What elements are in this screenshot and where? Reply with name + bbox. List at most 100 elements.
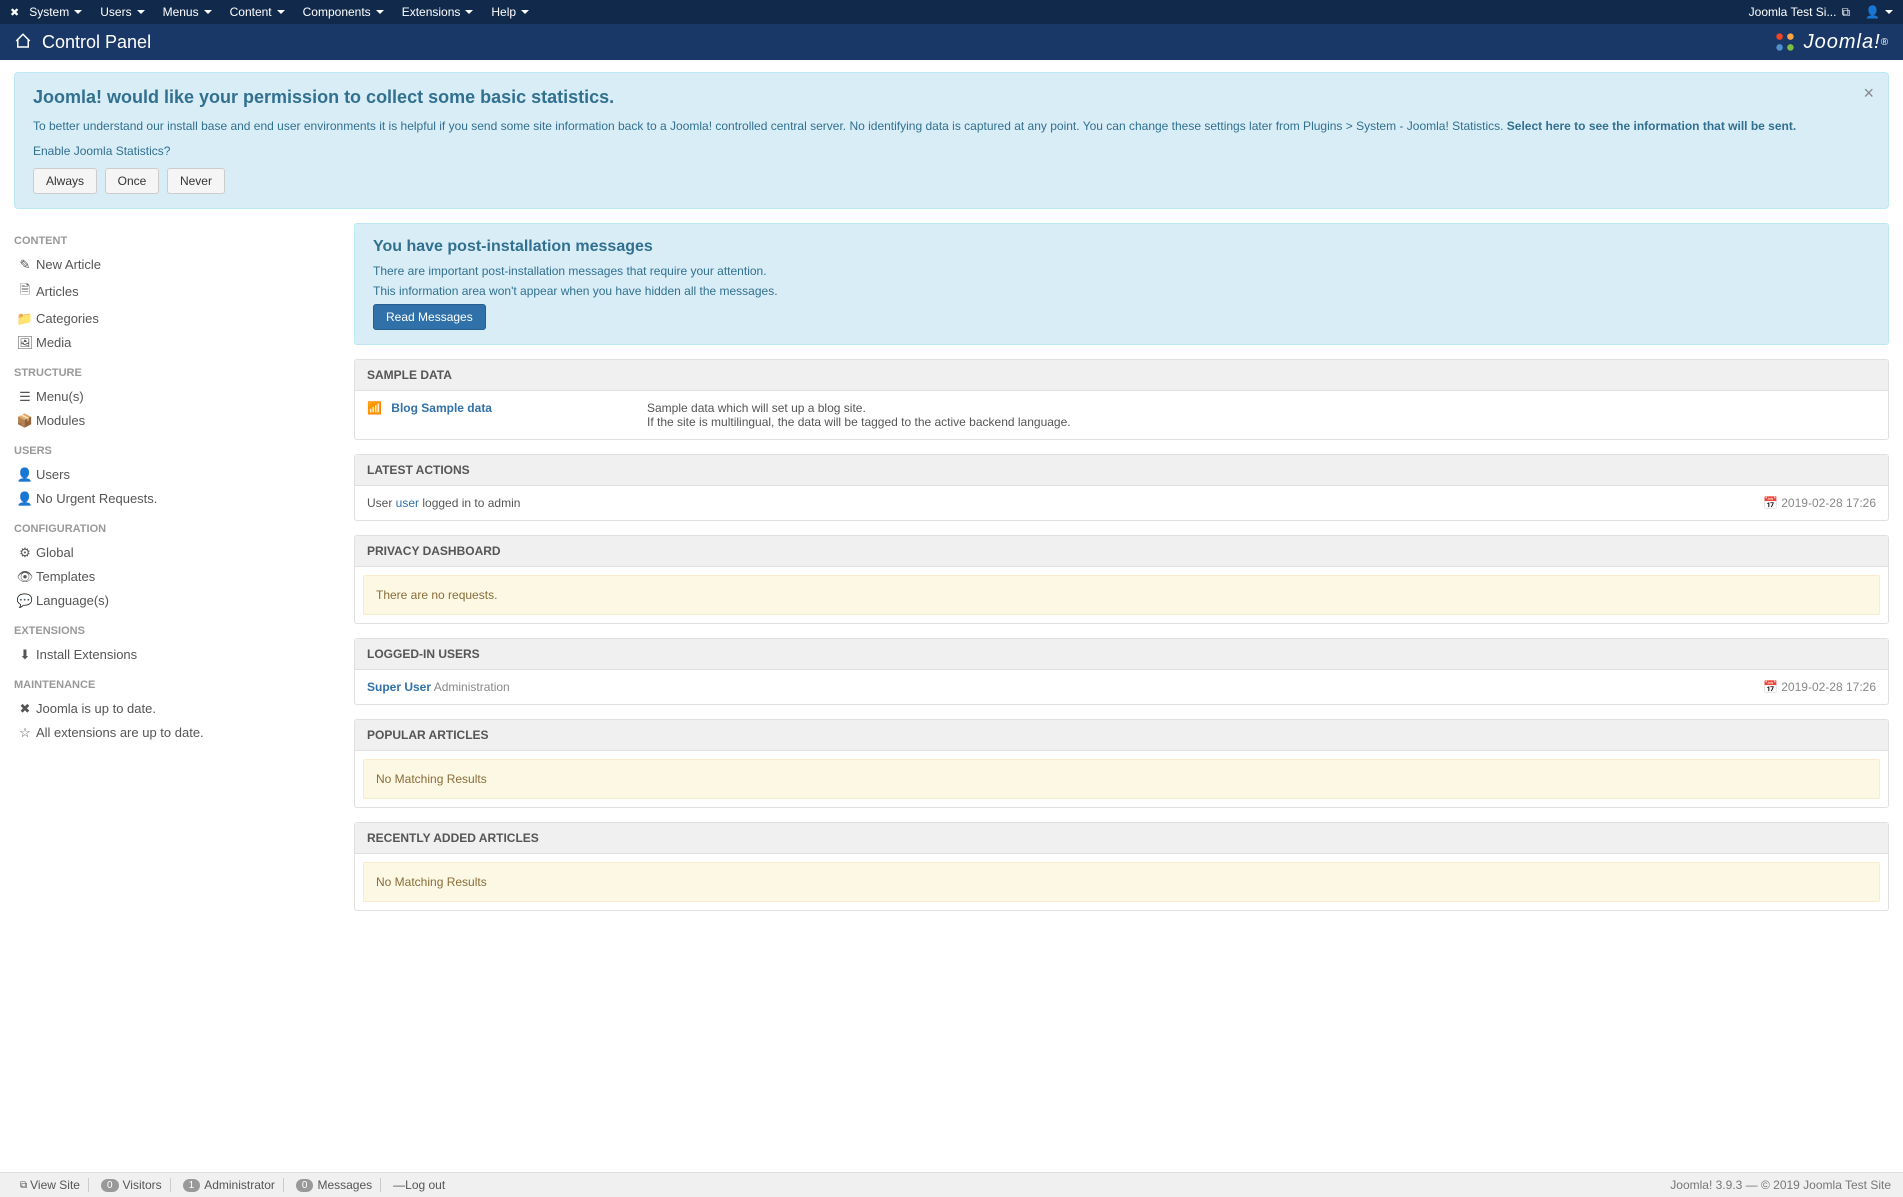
file-icon: 🗎 xyxy=(14,281,36,303)
panel-head: POPULAR ARTICLES xyxy=(355,720,1888,751)
sidebar-templates[interactable]: 👁Templates xyxy=(14,569,334,585)
joomla-logo: Joomla!® xyxy=(1772,29,1889,55)
header: Control Panel Joomla!® xyxy=(0,24,1903,60)
topbar-menu: System Users Menus Content Components Ex… xyxy=(29,5,1748,19)
section-extensions: EXTENSIONS xyxy=(14,625,334,637)
section-users: USERS xyxy=(14,445,334,457)
enable-stats-link[interactable]: Enable Joomla Statistics? xyxy=(33,144,170,158)
menu-menus[interactable]: Menus xyxy=(163,5,212,19)
sidebar-joomla-update[interactable]: ✖Joomla is up to date. xyxy=(14,701,334,717)
sidebar: CONTENT ✎New Article 🗎Articles 📁Categori… xyxy=(14,223,334,925)
section-structure: STRUCTURE xyxy=(14,367,334,379)
action-timestamp: 📅 2019-02-28 17:26 xyxy=(1763,496,1876,510)
menu-content[interactable]: Content xyxy=(230,5,285,19)
once-button[interactable]: Once xyxy=(105,168,160,194)
comment-icon: 💬 xyxy=(14,593,36,609)
sidebar-languages[interactable]: 💬Language(s) xyxy=(14,593,334,609)
eye-icon: 👁 xyxy=(14,569,36,585)
logged-in-user-link[interactable]: Super User xyxy=(367,680,431,694)
visitors-link[interactable]: 0Visitors xyxy=(93,1178,171,1192)
sidebar-menus[interactable]: ☰Menu(s) xyxy=(14,389,334,405)
user-menu[interactable]: 👤 xyxy=(1865,5,1893,19)
privacy-message: There are no requests. xyxy=(363,575,1880,615)
alert-body: To better understand our install base an… xyxy=(33,118,1870,135)
chevron-down-icon xyxy=(277,10,285,14)
external-link-icon: ⧉ xyxy=(1841,5,1850,20)
sidebar-modules[interactable]: 📦Modules xyxy=(14,413,334,429)
action-user-link[interactable]: user xyxy=(396,496,419,510)
sidebar-categories[interactable]: 📁Categories xyxy=(14,311,334,327)
sidebar-extensions-update[interactable]: ☆All extensions are up to date. xyxy=(14,725,334,741)
sample-desc2: If the site is multilingual, the data wi… xyxy=(647,415,1071,429)
close-icon[interactable]: × xyxy=(1863,83,1874,104)
admin-link[interactable]: 1Administrator xyxy=(175,1178,284,1192)
sample-desc1: Sample data which will set up a blog sit… xyxy=(647,401,1071,415)
post-install-line1: There are important post-installation me… xyxy=(373,264,1870,278)
panel-head: SAMPLE DATA xyxy=(355,360,1888,391)
calendar-icon: 📅 xyxy=(1763,496,1778,510)
menu-system[interactable]: System xyxy=(29,5,82,19)
chevron-down-icon xyxy=(74,10,82,14)
post-install-line2: This information area won't appear when … xyxy=(373,284,1870,298)
calendar-icon: 📅 xyxy=(1763,680,1778,694)
panel-popular: POPULAR ARTICLES No Matching Results xyxy=(354,719,1889,808)
sidebar-new-article[interactable]: ✎New Article xyxy=(14,257,334,273)
sidebar-urgent-requests[interactable]: 👤No Urgent Requests. xyxy=(14,491,334,507)
cube-icon: 📦 xyxy=(14,413,36,429)
view-site-link[interactable]: ⧉View Site xyxy=(12,1178,89,1192)
panel-latest-actions: LATEST ACTIONS User user logged in to ad… xyxy=(354,454,1889,521)
gear-icon: ⚙ xyxy=(14,545,36,561)
footer-copyright: Joomla! 3.9.3 — © 2019 Joomla Test Site xyxy=(1670,1178,1891,1192)
panel-privacy: PRIVACY DASHBOARD There are no requests. xyxy=(354,535,1889,624)
section-maintenance: MAINTENANCE xyxy=(14,679,334,691)
panel-sample-data: SAMPLE DATA 📶 Blog Sample data Sample da… xyxy=(354,359,1889,440)
main: You have post-installation messages Ther… xyxy=(354,223,1889,925)
post-install-box: You have post-installation messages Ther… xyxy=(354,223,1889,345)
never-button[interactable]: Never xyxy=(167,168,225,194)
panel-head: PRIVACY DASHBOARD xyxy=(355,536,1888,567)
post-install-title: You have post-installation messages xyxy=(373,238,1870,256)
joomla-small-icon: ✖ xyxy=(14,701,36,717)
logged-in-timestamp: 📅 2019-02-28 17:26 xyxy=(1763,680,1876,694)
section-content: CONTENT xyxy=(14,235,334,247)
menu-help[interactable]: Help xyxy=(491,5,529,19)
blog-sample-data-link[interactable]: Blog Sample data xyxy=(391,401,492,415)
section-configuration: CONFIGURATION xyxy=(14,523,334,535)
stats-permission-alert: × Joomla! would like your permission to … xyxy=(14,72,1889,209)
topbar: ✖ System Users Menus Content Components … xyxy=(0,0,1903,24)
menu-components[interactable]: Components xyxy=(303,5,384,19)
sidebar-media[interactable]: 🖼Media xyxy=(14,335,334,351)
footer: ⧉View Site 0Visitors 1Administrator 0Mes… xyxy=(0,1172,1903,1197)
read-messages-button[interactable]: Read Messages xyxy=(373,304,486,330)
menu-users[interactable]: Users xyxy=(100,5,144,19)
panel-recent: RECENTLY ADDED ARTICLES No Matching Resu… xyxy=(354,822,1889,911)
sidebar-users[interactable]: 👤Users xyxy=(14,467,334,483)
page-title: Control Panel xyxy=(42,32,1772,53)
panel-head: LOGGED-IN USERS xyxy=(355,639,1888,670)
site-link[interactable]: Joomla Test Si...⧉ xyxy=(1749,5,1850,20)
popular-message: No Matching Results xyxy=(363,759,1880,799)
minus-icon: — xyxy=(393,1178,405,1192)
user-icon: 👤 xyxy=(14,491,36,507)
messages-link[interactable]: 0Messages xyxy=(288,1178,381,1192)
sidebar-global[interactable]: ⚙Global xyxy=(14,545,334,561)
sidebar-articles[interactable]: 🗎Articles xyxy=(14,281,334,303)
chevron-down-icon xyxy=(521,10,529,14)
alert-title: Joomla! would like your permission to co… xyxy=(33,87,1870,108)
wand-icon: 📶 xyxy=(367,401,382,415)
panel-head: LATEST ACTIONS xyxy=(355,455,1888,486)
star-icon: ☆ xyxy=(14,725,36,741)
joomla-icon: ✖ xyxy=(10,6,19,19)
external-link-icon: ⧉ xyxy=(20,1180,27,1191)
chevron-down-icon xyxy=(204,10,212,14)
user-icon: 👤 xyxy=(1865,5,1880,19)
pencil-icon: ✎ xyxy=(14,257,36,273)
folder-icon: 📁 xyxy=(14,311,36,327)
image-icon: 🖼 xyxy=(14,335,36,351)
list-icon: ☰ xyxy=(14,389,36,405)
always-button[interactable]: Always xyxy=(33,168,97,194)
panel-head: RECENTLY ADDED ARTICLES xyxy=(355,823,1888,854)
menu-extensions[interactable]: Extensions xyxy=(402,5,474,19)
sidebar-install-extensions[interactable]: ⬇Install Extensions xyxy=(14,647,334,663)
logout-link[interactable]: — Log out xyxy=(385,1178,453,1192)
